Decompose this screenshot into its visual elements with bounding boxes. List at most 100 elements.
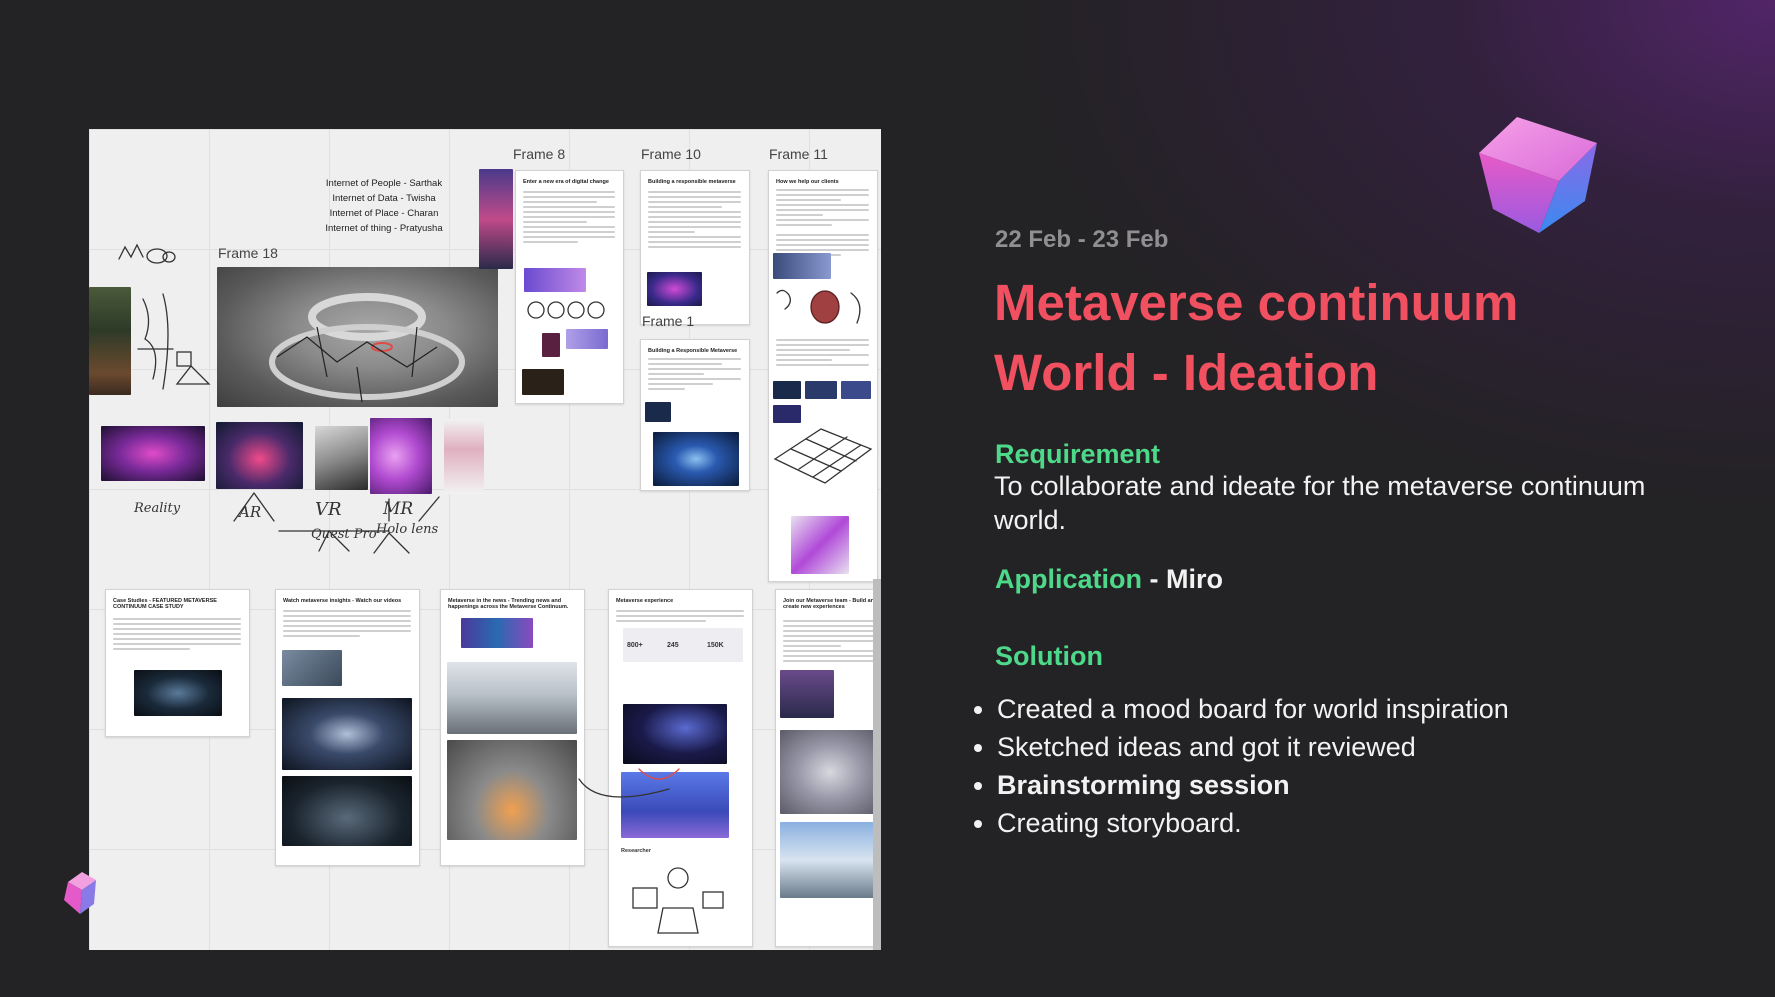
join-team-img-a [780, 670, 834, 718]
insights-text [283, 610, 411, 640]
application-heading: Application [995, 564, 1142, 594]
note-place: Internet of Place - Charan [329, 208, 439, 219]
annotation-sketch [578, 768, 680, 798]
frame10-card-top: Building a responsible metaverse [640, 170, 750, 325]
news-thumbs [461, 618, 533, 648]
frame11-text-lines-c [776, 339, 869, 369]
frame-label-18: Frame 18 [218, 245, 278, 261]
news-title: Metaverse in the news - Trending news an… [448, 598, 569, 610]
case-studies-img [134, 670, 222, 716]
title-line-2: World - Ideation [994, 344, 1379, 401]
frame1-card: Building a Responsible Metaverse [640, 339, 750, 491]
join-team-img-b [780, 730, 880, 814]
frame8-img-b [542, 333, 560, 357]
frame11-img-c [805, 381, 837, 399]
insights-card: Watch metaverse insights - Watch our vid… [275, 589, 420, 866]
case-studies-title: Case Studies - FEATURED METAVERSE CONTIN… [113, 598, 217, 610]
frame8-card-title: Enter a new era of digital change [523, 179, 609, 185]
solution-item-brainstorming: Brainstorming session [997, 766, 1717, 804]
solution-item-mood-board: Created a mood board for world inspirati… [997, 690, 1717, 728]
solution-list: Created a mood board for world inspirati… [977, 690, 1717, 842]
join-team-card: Join our Metaverse team - Build and crea… [775, 589, 881, 947]
ar-image [216, 422, 303, 489]
goggles-sketch [118, 243, 176, 264]
miro-board-screenshot: Frame 8 Frame 10 Frame 11 Frame 18 Inter… [89, 129, 881, 950]
insights-thumbs [282, 650, 342, 686]
frame1-text-lines [648, 358, 741, 393]
frame-label-10: Frame 10 [641, 146, 701, 162]
cube-icon [1479, 117, 1597, 233]
frame11-img-b [773, 381, 801, 399]
application-line: Application - Miro [995, 564, 1223, 595]
case-studies-card: Case Studies - FEATURED METAVERSE CONTIN… [105, 589, 250, 737]
frame18-3d-render [217, 267, 498, 407]
frame11-card: How we help our clients [768, 170, 878, 582]
note-data: Internet of Data - Twisha [332, 193, 436, 204]
frame-label-8: Frame 8 [513, 146, 566, 162]
frame11-img-f [791, 516, 849, 574]
frame-label-11: Frame 11 [769, 146, 828, 162]
title-line-1: Metaverse continuum [994, 274, 1519, 331]
small-cube-icon [64, 872, 96, 914]
join-team-img-c [780, 822, 880, 898]
solution-heading: Solution [995, 641, 1103, 671]
frame8-img-c [566, 329, 608, 349]
plants-image [89, 287, 131, 395]
case-studies-text [113, 618, 241, 653]
note-people: Internet of People - Sarthak [325, 178, 443, 189]
render-sketch-overlay [269, 293, 465, 403]
requirement-heading: Requirement [995, 439, 1161, 469]
page-title: Metaverse continuum World - Ideation [994, 268, 1694, 408]
frame10-card-title: Building a responsible metaverse [648, 179, 736, 185]
news-card: Metaverse in the news - Trending news an… [440, 589, 585, 866]
frame10-img-a [647, 272, 702, 306]
insights-img-b [282, 776, 412, 846]
frame8-card: Enter a new era of digital change [515, 170, 624, 404]
hand-reality: Reality [134, 501, 181, 516]
frame11-sketch-a [776, 289, 861, 324]
news-img-b [447, 740, 577, 840]
frame11-card-title: How we help our clients [776, 179, 839, 185]
solution-item-storyboard: Creating storyboard. [997, 804, 1717, 842]
stat-3: 150K [707, 642, 724, 649]
date-range: 22 Feb - 23 Feb [995, 226, 1169, 253]
team-notes: Internet of People - Sarthak Internet of… [294, 176, 474, 236]
reality-image [101, 426, 205, 481]
join-team-text [783, 620, 880, 665]
experience-text [616, 610, 744, 625]
experience-stats-panel: 800+ 245 150K [623, 628, 743, 662]
frame8-side-image [479, 169, 513, 269]
stat-1: 800+ [627, 642, 643, 649]
application-separator: - [1142, 564, 1166, 594]
frame11-grid-sketch [773, 428, 873, 484]
mr-image [370, 418, 432, 494]
frame1-img-a [645, 402, 671, 422]
cube-sketch [175, 351, 211, 385]
stat-2: 245 [667, 642, 679, 649]
figure-image [444, 419, 484, 494]
frame8-img-d [522, 369, 564, 395]
requirement-text: To collaborate and ideate for the metave… [994, 471, 1646, 535]
insights-img-a [282, 698, 412, 770]
news-img-a [447, 662, 577, 734]
vr-headset-image [315, 426, 368, 490]
frame1-card-title: Building a Responsible Metaverse [648, 348, 738, 354]
frame8-sketch [527, 301, 605, 319]
frame10-text-lines [648, 191, 741, 251]
insights-title: Watch metaverse insights - Watch our vid… [283, 598, 402, 604]
frame11-img-a [773, 253, 831, 279]
solution-item-sketched-ideas: Sketched ideas and got it reviewed [997, 728, 1717, 766]
frame-label-1: Frame 1 [642, 313, 695, 329]
note-thing: Internet of thing - Pratyusha [325, 223, 443, 234]
board-scrollbar[interactable] [873, 579, 881, 950]
frame8-img-a [524, 268, 586, 292]
experience-title: Metaverse experience [616, 598, 674, 604]
frame11-text-lines-a [776, 189, 869, 229]
application-value: Miro [1166, 564, 1223, 594]
classification-lines [233, 492, 440, 554]
join-team-title: Join our Metaverse team - Build and crea… [783, 598, 878, 610]
researcher-label: Researcher [621, 848, 651, 854]
frame11-img-d [841, 381, 871, 399]
frame1-img-b [653, 432, 739, 486]
frame8-text-lines [523, 191, 615, 246]
